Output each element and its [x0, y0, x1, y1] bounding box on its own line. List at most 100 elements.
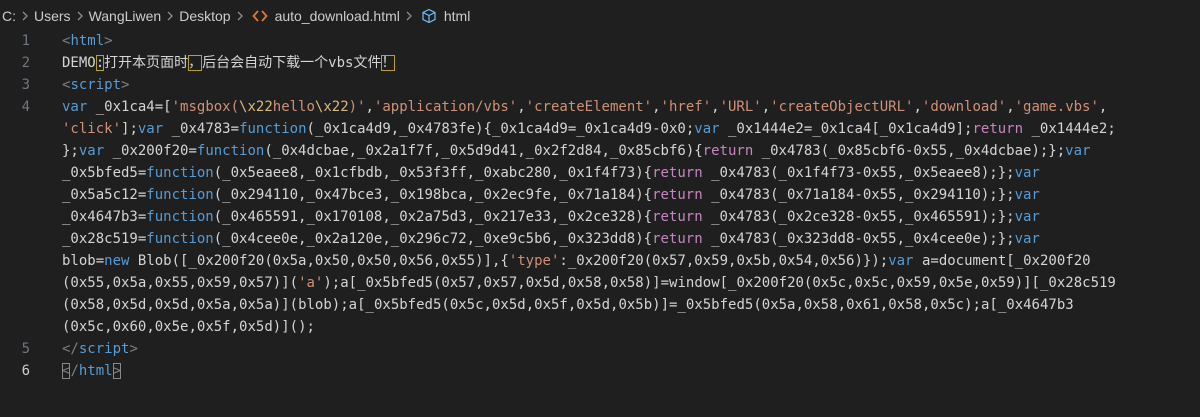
code-line-4-wrap-9[interactable]: (0x55,0x5a,0x55,0x59,0x57)]('a');a[_0x5b…	[62, 272, 1116, 294]
code-token: _0x2ce328	[778, 209, 855, 225]
code-line-4-wrap-5[interactable]: _0x5a5c12=function(_0x294110,_0x47bce3,_…	[62, 184, 1040, 206]
code-line-4-wrap-11[interactable]: (0x5c,0x60,0x5e,0x5f,0x5d)]();	[62, 316, 315, 338]
keyword-token: var	[62, 99, 88, 115]
code-token: -0	[652, 121, 669, 137]
code-token: ,0	[972, 275, 990, 291]
code-token: ){	[685, 143, 703, 159]
code-token: (0	[441, 297, 459, 313]
code-token: x5d	[247, 319, 273, 335]
code-token: _0x1ca4d9	[576, 121, 653, 137]
code-token: )]();	[272, 319, 315, 335]
code-line-4-wrap-7[interactable]: _0x28c519=function(_0x4cee0e,_0x2a120e,_…	[62, 228, 1040, 250]
code-token: x5f	[542, 297, 568, 313]
code-token: -0	[854, 187, 872, 203]
code-line-4-wrap-8[interactable]: blob=new Blob([_0x200f20(0x5a,0x50,0x50,…	[62, 250, 1091, 272]
text-content: 后台会自动下载一个vbs文件	[202, 55, 382, 71]
keyword-token: return	[652, 187, 703, 203]
code-token: x5c	[938, 297, 965, 313]
chevron-right-icon	[403, 10, 415, 22]
breadcrumb-user-folder[interactable]: WangLiwen	[86, 8, 165, 24]
code-token: ,0	[846, 275, 863, 291]
code-token: (0	[753, 297, 771, 313]
keyword-token: var	[137, 121, 164, 137]
code-token: x5d	[500, 297, 526, 313]
breadcrumb-drive[interactable]: C:	[0, 8, 19, 24]
code-token: );};	[980, 165, 1015, 181]
code-token: _0x1ca4d9	[879, 121, 956, 137]
code-token: =	[567, 121, 577, 137]
code-token: x55	[871, 209, 897, 225]
code-token: _0x4cee0e	[222, 231, 299, 247]
code-token: a	[340, 275, 349, 291]
code-line-1[interactable]: <html>	[62, 30, 113, 52]
code-token: _0x2ce328	[559, 209, 636, 225]
code-token: _0x4dcbae	[272, 143, 349, 159]
code-token: x55	[871, 231, 897, 247]
code-token: _0x5bfed5	[365, 297, 442, 313]
code-token: _0x5a5c12	[62, 187, 138, 203]
code-line-2[interactable]: DEMO:打开本页面时，后台会自动下载一个vbs文件！	[62, 52, 396, 74]
code-token: ,0	[230, 275, 248, 291]
code-token: );	[964, 297, 981, 313]
string-token: 'createElement'	[525, 99, 653, 115]
tag-bracket: /	[70, 363, 79, 379]
code-line-5[interactable]: </script>	[62, 338, 138, 360]
unicode-highlight: :	[95, 55, 105, 71]
tag-name: html	[78, 363, 113, 379]
code-token: Blob	[137, 253, 172, 269]
code-token: ,0	[188, 319, 206, 335]
code-token: _0x4783	[711, 209, 771, 225]
breadcrumb-file[interactable]: auto_download.html	[272, 8, 403, 24]
code-token: x5d	[584, 297, 611, 313]
code-token: ,0	[104, 297, 122, 313]
string-token: 'download'	[921, 99, 1007, 115]
keyword-token: return	[702, 143, 754, 159]
code-token: ,	[601, 143, 610, 159]
code-token: ([	[171, 253, 189, 269]
code-line-4-wrap-10[interactable]: (0x58,0x5d,0x5d,0x5a,0x5a)](blob);a[_0x5…	[62, 294, 1074, 316]
code-token: _0x53f3ff	[390, 165, 467, 181]
code-token: _0x1444e2	[728, 121, 804, 137]
code-line-4-wrap-2[interactable]: 'click'];var _0x4783=function(_0x1ca4d9,…	[62, 118, 1116, 140]
code-line-4-wrap-1[interactable]: var _0x1ca4=['msgbox(\x22hello\x22)','ap…	[62, 96, 1107, 118]
code-token: _0x5eaee8	[905, 165, 981, 181]
code-token: (0	[643, 253, 661, 269]
code-token: x55	[871, 165, 897, 181]
code-token: _0x1ca4	[95, 99, 155, 115]
breadcrumb-symbol[interactable]: html	[441, 8, 473, 24]
string-token: 'msgbox(	[171, 99, 240, 115]
code-line-4-wrap-4[interactable]: _0x5bfed5=function(_0x5eaee8,_0x1cfbdb,_…	[62, 162, 1040, 184]
keyword-token: var	[78, 143, 105, 159]
tag-bracket: >	[129, 341, 138, 357]
code-token: (	[213, 187, 223, 203]
code-token: x5c	[820, 275, 847, 291]
code-token: x55	[921, 143, 948, 159]
tag-bracket: >	[121, 77, 130, 93]
chevron-right-icon	[234, 10, 246, 22]
code-line-3[interactable]: <script>	[62, 74, 129, 96]
code-token: _0xabc280	[475, 165, 551, 181]
keyword-token: return	[652, 209, 703, 225]
breadcrumb-users[interactable]: Users	[31, 8, 74, 24]
code-line-4-wrap-3[interactable]: };var _0x200f20=function(_0x4dcbae,_0x2a…	[62, 140, 1090, 162]
string-token: 'application/vbs'	[373, 99, 518, 115]
code-token: (	[770, 187, 779, 203]
code-token: _0x1ca4d9	[314, 121, 391, 137]
code-token: )](	[272, 297, 299, 313]
code-editor[interactable]: C: Users WangLiwen Desktop auto_download…	[0, 0, 1200, 417]
code-token: _0x4dcbae	[955, 143, 1032, 159]
code-token: _0x170108	[306, 209, 383, 225]
code-line-6[interactable]: </html>	[62, 360, 122, 382]
code-token: x57	[660, 253, 686, 269]
code-token: x55	[163, 275, 189, 291]
code-line-4-wrap-6[interactable]: _0x4647b3=function(_0x465591,_0x170108,_…	[62, 206, 1040, 228]
code-token: _0x2ec9fe	[475, 187, 551, 203]
breadcrumb-desktop[interactable]: Desktop	[176, 8, 233, 24]
bracket-match-highlight: >	[112, 363, 122, 379]
code-token: x60	[121, 319, 147, 335]
code-token: ,	[1098, 99, 1108, 115]
